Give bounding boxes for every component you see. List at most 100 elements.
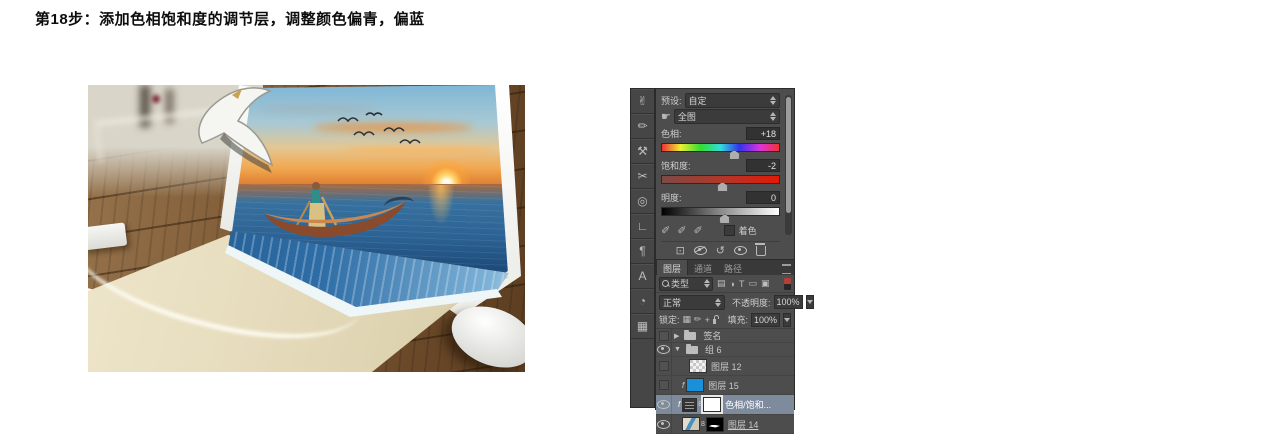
tab-paths[interactable]: 路径 bbox=[718, 260, 748, 275]
lock-row: 锁定: ▦ ✏ + 填充: 100% bbox=[656, 311, 794, 329]
lock-label: 锁定: bbox=[659, 315, 680, 325]
blend-mode-value: 正常 bbox=[663, 297, 682, 308]
layer-row-hue-saturation-selected[interactable]: f 8 色相/饱和... bbox=[656, 395, 794, 415]
eyedropper-minus-icon[interactable]: ✐ bbox=[693, 224, 702, 237]
expand-triangle-icon[interactable]: ▼ bbox=[674, 346, 681, 353]
fill-dropdown-icon[interactable] bbox=[783, 312, 791, 327]
opacity-value-input[interactable]: 100% bbox=[773, 295, 803, 309]
filter-type-label: 类型 bbox=[671, 279, 690, 289]
updown-icon bbox=[704, 279, 710, 288]
layer-name: 图层 14 bbox=[727, 419, 759, 430]
blend-mode-select[interactable]: 正常 bbox=[659, 294, 725, 310]
layer-row-15[interactable]: f 图层 15 bbox=[656, 376, 794, 395]
hue-value-input[interactable]: +18 bbox=[746, 127, 780, 140]
layer-row-signature[interactable]: ▶ 签名 bbox=[656, 329, 794, 343]
visibility-checkbox-empty[interactable] bbox=[658, 330, 669, 341]
layer-mask-thumbnail[interactable] bbox=[701, 395, 724, 414]
hue-slider[interactable] bbox=[661, 143, 780, 160]
layer-name: 签名 bbox=[703, 331, 722, 341]
lock-pixels-icon[interactable]: ✏ bbox=[694, 314, 702, 325]
lightness-slider-thumb[interactable] bbox=[719, 214, 731, 224]
updown-icon bbox=[770, 112, 776, 121]
eyedropper-icon[interactable]: ✐ bbox=[661, 224, 670, 237]
lock-transparent-icon[interactable]: ▦ bbox=[683, 314, 692, 325]
pen-tool-icon[interactable]: ∟ bbox=[631, 214, 654, 239]
artwork-image bbox=[88, 85, 525, 372]
brush-tool-icon[interactable]: ✏ bbox=[631, 114, 654, 139]
bird-flock bbox=[337, 112, 421, 145]
eye-icon[interactable] bbox=[657, 345, 670, 354]
search-icon bbox=[662, 280, 669, 287]
paragraph-tool-icon[interactable]: ¶ bbox=[631, 239, 654, 264]
visibility-cell[interactable] bbox=[656, 357, 672, 375]
tab-layers[interactable]: 图层 bbox=[656, 259, 689, 275]
targeted-adjustment-icon[interactable]: ☛ bbox=[661, 110, 671, 123]
reset-icon[interactable]: ↺ bbox=[716, 244, 725, 257]
hue-saturation-properties: 预设: 自定 ☛ 全图 色相: +18 饱和度: -2 明度: 0 ✐ ✐ ✐ … bbox=[656, 89, 794, 259]
visibility-checkbox-empty[interactable] bbox=[658, 380, 669, 390]
stamp-tool-icon[interactable]: ⚒ bbox=[631, 139, 654, 164]
visibility-cell[interactable] bbox=[656, 376, 672, 394]
filter-pixel-icon[interactable]: ▤ bbox=[717, 278, 726, 289]
layer-name: 组 6 bbox=[704, 345, 722, 355]
hand-tool-icon[interactable]: ✌ bbox=[631, 89, 654, 114]
visibility-cell[interactable] bbox=[656, 343, 672, 356]
dodge-tool-icon[interactable]: ◎ bbox=[631, 189, 654, 214]
layer-visibility-icon[interactable] bbox=[734, 246, 747, 255]
visibility-cell[interactable] bbox=[656, 395, 672, 414]
delete-adjustment-icon[interactable] bbox=[755, 242, 766, 256]
visibility-checkbox-empty[interactable] bbox=[658, 361, 669, 371]
filter-adjustment-icon[interactable]: ◑ bbox=[730, 279, 735, 289]
eye-icon[interactable] bbox=[657, 400, 670, 409]
lightness-value-input[interactable]: 0 bbox=[746, 191, 780, 204]
eye-icon[interactable] bbox=[657, 419, 670, 429]
colorize-checkbox[interactable] bbox=[723, 225, 735, 236]
filter-type-select[interactable]: 类型 bbox=[659, 276, 713, 291]
view-previous-state-icon[interactable] bbox=[693, 246, 707, 255]
clip-to-layer-icon[interactable]: ⊡ bbox=[676, 244, 685, 257]
saturation-slider[interactable] bbox=[661, 175, 780, 192]
filter-type-icon[interactable]: T bbox=[739, 279, 745, 289]
hue-slider-thumb[interactable] bbox=[728, 150, 740, 160]
lightness-slider[interactable] bbox=[661, 207, 780, 224]
image-thumbnail[interactable] bbox=[682, 417, 700, 431]
filter-switch-icon[interactable] bbox=[784, 277, 791, 290]
eyedropper-plus-icon[interactable]: ✐ bbox=[677, 224, 686, 237]
layer-row-14[interactable]: 8 图层 14 bbox=[656, 415, 794, 434]
updown-icon bbox=[770, 96, 776, 105]
visibility-cell[interactable] bbox=[656, 415, 672, 433]
mask-link-icon[interactable]: 8 bbox=[701, 421, 705, 428]
layer-mask-thumbnail[interactable] bbox=[705, 416, 724, 432]
tab-channels[interactable]: 通道 bbox=[688, 260, 718, 275]
collapse-triangle-icon[interactable]: ▶ bbox=[674, 332, 679, 340]
saturation-slider-thumb[interactable] bbox=[716, 182, 728, 192]
opacity-dropdown-icon[interactable] bbox=[805, 295, 814, 309]
layer-name: 图层 12 bbox=[711, 361, 742, 372]
layer-row-group6[interactable]: ▼ 组 6 bbox=[656, 343, 794, 357]
layer-row-12[interactable]: 图层 12 bbox=[656, 357, 794, 376]
preset-select[interactable]: 自定 bbox=[684, 93, 780, 108]
group-folder-icon bbox=[684, 329, 697, 340]
channel-select[interactable]: 全图 bbox=[673, 109, 780, 124]
adjustment-thumbnail[interactable] bbox=[682, 397, 698, 412]
type-tool-icon[interactable]: A bbox=[631, 264, 654, 289]
mask-link-icon[interactable]: 8 bbox=[698, 401, 702, 408]
grid-tool-icon[interactable]: ▦ bbox=[631, 314, 654, 339]
photoshop-panel-group: ✌ ✏ ⚒ ✂ ◎ ∟ ¶ A ◔ ▦ 预设: 自定 ☛ 全图 色相: +18 … bbox=[630, 88, 814, 434]
lock-position-icon[interactable]: + bbox=[705, 315, 710, 325]
transparent-thumbnail[interactable] bbox=[689, 359, 707, 373]
opacity-label: 不透明度: bbox=[732, 297, 771, 308]
blue-fill-thumbnail[interactable] bbox=[686, 378, 705, 392]
filter-shape-icon[interactable]: ▭ bbox=[748, 278, 757, 289]
panel-menu-icon[interactable] bbox=[782, 264, 791, 274]
cut-tool-icon[interactable]: ✂ bbox=[631, 164, 654, 189]
saturation-value-input[interactable]: -2 bbox=[746, 159, 780, 172]
fill-value-input[interactable]: 100% bbox=[750, 312, 780, 327]
visibility-cell[interactable] bbox=[656, 329, 672, 342]
sponge-tool-icon[interactable]: ◔ bbox=[631, 289, 654, 314]
filter-smart-icon[interactable]: ▣ bbox=[761, 278, 770, 289]
lock-all-icon[interactable] bbox=[712, 314, 719, 324]
properties-scrollbar[interactable] bbox=[785, 95, 792, 235]
channel-value: 全图 bbox=[677, 112, 696, 122]
group-folder-open-icon bbox=[685, 343, 698, 354]
